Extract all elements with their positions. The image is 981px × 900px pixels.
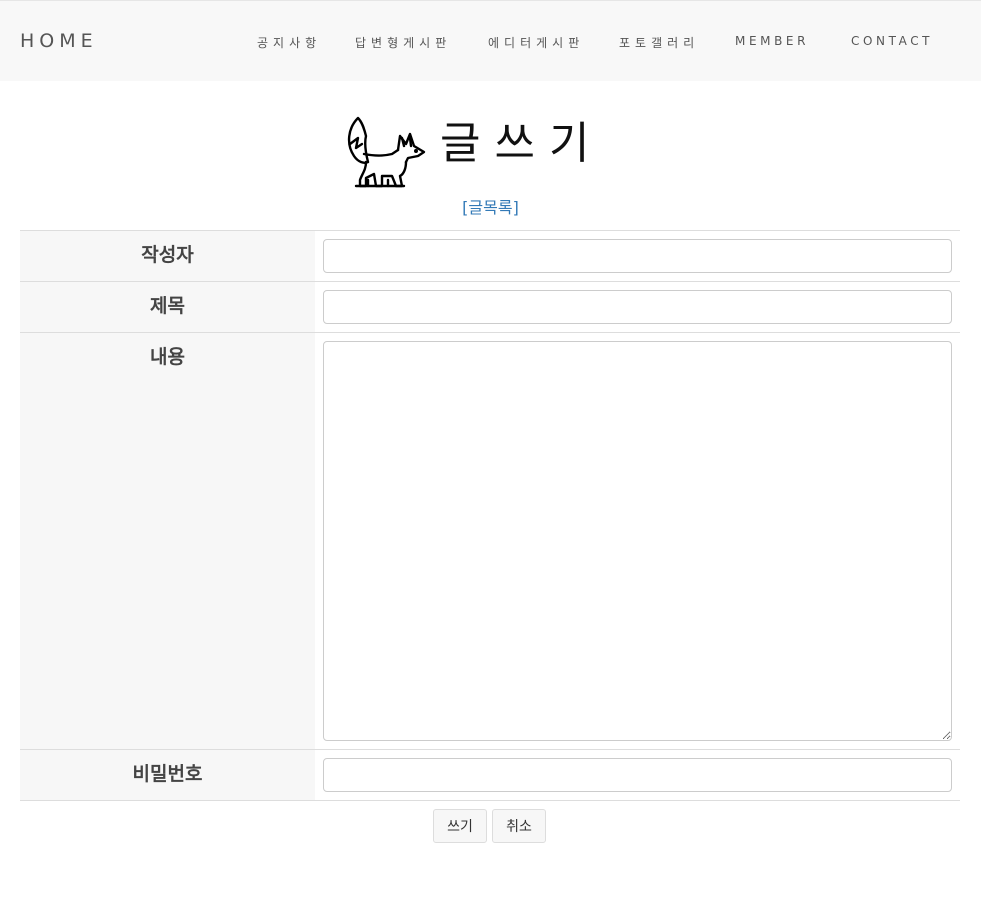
title-input[interactable] bbox=[323, 290, 952, 324]
fox-icon bbox=[347, 116, 426, 188]
nav-editor-board[interactable]: 에디터게시판 bbox=[488, 34, 584, 51]
title-row: 제목 bbox=[20, 281, 960, 333]
page-header: 글쓰기 bbox=[340, 112, 640, 192]
writer-cell bbox=[315, 231, 960, 282]
title-cell bbox=[315, 282, 960, 333]
nav-notice[interactable]: 공지사항 bbox=[257, 34, 321, 51]
writer-input[interactable] bbox=[323, 239, 952, 273]
content-cell bbox=[315, 333, 960, 750]
navbar: HOME 공지사항 답변형게시판 에디터게시판 포토갤러리 MEMBER CON… bbox=[0, 0, 981, 81]
password-label: 비밀번호 bbox=[20, 749, 315, 801]
write-form-table: 작성자 제목 내용 비밀번호 bbox=[20, 230, 960, 801]
write-button[interactable]: 쓰기 bbox=[433, 809, 487, 843]
nav-member[interactable]: MEMBER bbox=[735, 34, 809, 48]
content-row: 내용 bbox=[20, 332, 960, 750]
writer-label: 작성자 bbox=[20, 230, 315, 282]
password-input[interactable] bbox=[323, 758, 952, 792]
nav-photo-gallery[interactable]: 포토갤러리 bbox=[619, 34, 699, 51]
password-cell bbox=[315, 750, 960, 801]
nav-contact[interactable]: CONTACT bbox=[851, 34, 933, 48]
writer-row: 작성자 bbox=[20, 230, 960, 282]
nav-reply-board[interactable]: 답변형게시판 bbox=[355, 34, 451, 51]
home-brand-link[interactable]: HOME bbox=[20, 30, 98, 52]
password-row: 비밀번호 bbox=[20, 749, 960, 801]
cancel-button[interactable]: 취소 bbox=[492, 809, 546, 843]
content-textarea[interactable] bbox=[323, 341, 952, 741]
title-label: 제목 bbox=[20, 281, 315, 333]
list-link[interactable]: [글목록] bbox=[0, 194, 981, 218]
content-label: 내용 bbox=[20, 332, 315, 750]
page-title: 글쓰기 bbox=[440, 118, 604, 169]
